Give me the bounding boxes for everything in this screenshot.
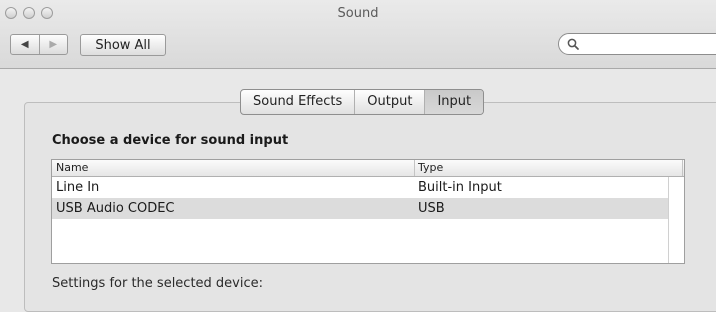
back-forward-control: ◀ ▶ bbox=[10, 34, 68, 55]
back-arrow-icon: ◀ bbox=[20, 39, 29, 50]
window-title: Sound bbox=[337, 6, 379, 21]
table-row[interactable]: USB Audio CODEC USB bbox=[52, 198, 684, 219]
tab-input[interactable]: Input bbox=[424, 90, 484, 114]
section-heading: Choose a device for sound input bbox=[52, 133, 289, 148]
input-device-table: Name Type Line In Built-in Input USB Aud… bbox=[51, 159, 685, 264]
device-type: USB bbox=[418, 201, 445, 216]
show-all-button[interactable]: Show All bbox=[80, 34, 166, 56]
tab-sound-effects[interactable]: Sound Effects bbox=[241, 90, 354, 114]
column-header-name[interactable]: Name bbox=[52, 160, 415, 176]
forward-arrow-icon: ▶ bbox=[49, 39, 58, 50]
vertical-scrollbar[interactable] bbox=[668, 177, 684, 263]
search-icon bbox=[567, 38, 579, 50]
forward-button[interactable]: ▶ bbox=[38, 35, 68, 54]
table-row[interactable]: Line In Built-in Input bbox=[52, 177, 684, 198]
back-button[interactable]: ◀ bbox=[11, 35, 39, 54]
device-name: USB Audio CODEC bbox=[56, 201, 175, 216]
table-header: Name Type bbox=[52, 160, 684, 177]
device-name: Line In bbox=[56, 180, 100, 195]
tab-output[interactable]: Output bbox=[354, 90, 424, 114]
device-type: Built-in Input bbox=[418, 180, 502, 195]
search-field[interactable] bbox=[558, 33, 716, 55]
tab-bar: Sound Effects Output Input bbox=[240, 89, 485, 115]
settings-label: Settings for the selected device: bbox=[52, 276, 264, 291]
window-toolbar: Sound ◀ ▶ Show All bbox=[0, 0, 716, 69]
column-header-type[interactable]: Type bbox=[414, 160, 683, 176]
